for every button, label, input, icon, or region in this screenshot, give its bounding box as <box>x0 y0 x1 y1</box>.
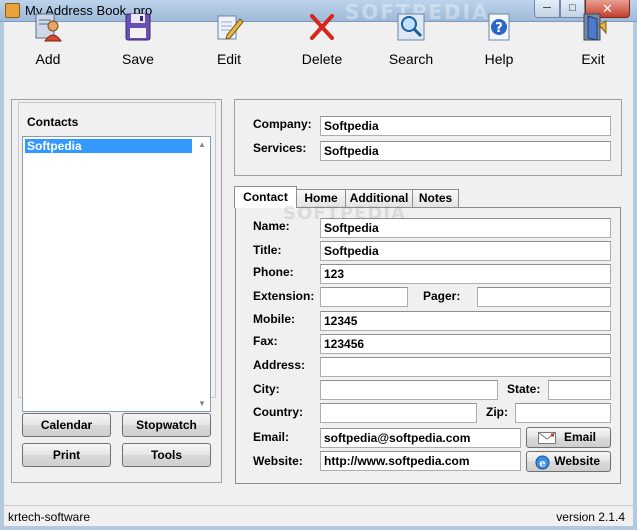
website-field[interactable]: http://www.softpedia.com <box>320 451 521 471</box>
website-button-label: Website <box>554 454 600 468</box>
svg-text:?: ? <box>495 21 503 36</box>
services-label: Services: <box>253 141 307 155</box>
tools-button[interactable]: Tools <box>122 443 211 467</box>
edit-label: Edit <box>216 51 242 67</box>
mobile-field[interactable]: 12345 <box>320 311 611 331</box>
phone-field[interactable]: 123 <box>320 264 611 284</box>
address-label: Address: <box>253 358 306 372</box>
state-field[interactable] <box>548 380 611 400</box>
company-field[interactable]: Softpedia <box>320 116 611 136</box>
company-label: Company: <box>253 117 312 131</box>
print-button[interactable]: Print <box>22 443 111 467</box>
help-icon: ? <box>488 13 510 41</box>
scroll-up-icon[interactable]: ▲ <box>197 140 207 149</box>
help-label: Help <box>484 51 514 67</box>
fax-label: Fax: <box>253 334 278 348</box>
email-field[interactable]: softpedia@softpedia.com <box>320 428 521 448</box>
country-field[interactable] <box>320 403 477 423</box>
minimize-button[interactable]: ─ <box>534 0 560 18</box>
exit-button[interactable]: Exit <box>558 11 628 67</box>
exit-label: Exit <box>581 51 605 67</box>
website-icon: e <box>535 455 550 470</box>
state-label: State: <box>507 382 541 396</box>
status-company: krtech-software <box>8 510 91 524</box>
email-button[interactable]: Email <box>526 427 611 448</box>
address-field[interactable] <box>320 357 611 377</box>
delete-icon <box>310 14 334 40</box>
add-contact-icon <box>35 13 62 42</box>
title-field[interactable]: Softpedia <box>320 241 611 261</box>
company-panel <box>234 99 622 176</box>
svg-text:e: e <box>539 457 546 469</box>
contacts-list[interactable]: Softpedia ▲ ▼ <box>22 136 211 412</box>
name-label: Name: <box>253 219 290 233</box>
tab-contact[interactable]: Contact <box>234 186 297 208</box>
zip-label: Zip: <box>486 405 508 419</box>
pager-field[interactable] <box>477 287 611 307</box>
save-button[interactable]: Save <box>103 11 173 67</box>
country-label: Country: <box>253 405 303 419</box>
status-bar <box>4 505 633 526</box>
phone-label: Phone: <box>253 265 294 279</box>
zip-field[interactable] <box>515 403 611 423</box>
tab-home[interactable]: Home <box>296 189 346 207</box>
search-label: Search <box>388 51 434 67</box>
website-button[interactable]: e Website <box>526 451 611 472</box>
search-button[interactable]: Search <box>376 11 446 67</box>
email-icon <box>538 432 556 444</box>
save-label: Save <box>122 51 154 67</box>
delete-label: Delete <box>301 51 343 67</box>
tab-additional[interactable]: Additional <box>345 189 413 207</box>
scroll-down-icon[interactable]: ▼ <box>197 399 207 408</box>
contacts-title: Contacts <box>24 115 82 129</box>
exit-icon <box>583 13 607 41</box>
add-label: Add <box>35 51 61 67</box>
extension-field[interactable] <box>320 287 408 307</box>
edit-icon <box>217 15 244 40</box>
email-label: Email: <box>253 430 290 444</box>
services-field[interactable]: Softpedia <box>320 141 611 161</box>
fax-field[interactable]: 123456 <box>320 334 611 354</box>
delete-button[interactable]: Delete <box>287 11 357 67</box>
name-field[interactable]: Softpedia <box>320 218 611 238</box>
help-button[interactable]: ? Help <box>464 11 534 67</box>
calendar-button[interactable]: Calendar <box>22 413 111 437</box>
title-label: Title: <box>253 243 282 257</box>
pager-label: Pager: <box>423 289 461 303</box>
list-item[interactable]: Softpedia <box>25 139 192 153</box>
edit-button[interactable]: Edit <box>194 11 264 67</box>
status-version: version 2.1.4 <box>556 510 625 524</box>
save-icon <box>125 13 151 41</box>
city-label: City: <box>253 382 280 396</box>
city-field[interactable] <box>320 380 498 400</box>
mobile-label: Mobile: <box>253 312 295 326</box>
website-label: Website: <box>253 454 303 468</box>
stopwatch-button[interactable]: Stopwatch <box>122 413 211 437</box>
extension-label: Extension: <box>253 289 315 303</box>
add-button[interactable]: Add <box>13 11 83 67</box>
email-button-label: Email <box>563 430 596 444</box>
search-icon <box>397 13 425 41</box>
tab-notes[interactable]: Notes <box>412 189 459 207</box>
